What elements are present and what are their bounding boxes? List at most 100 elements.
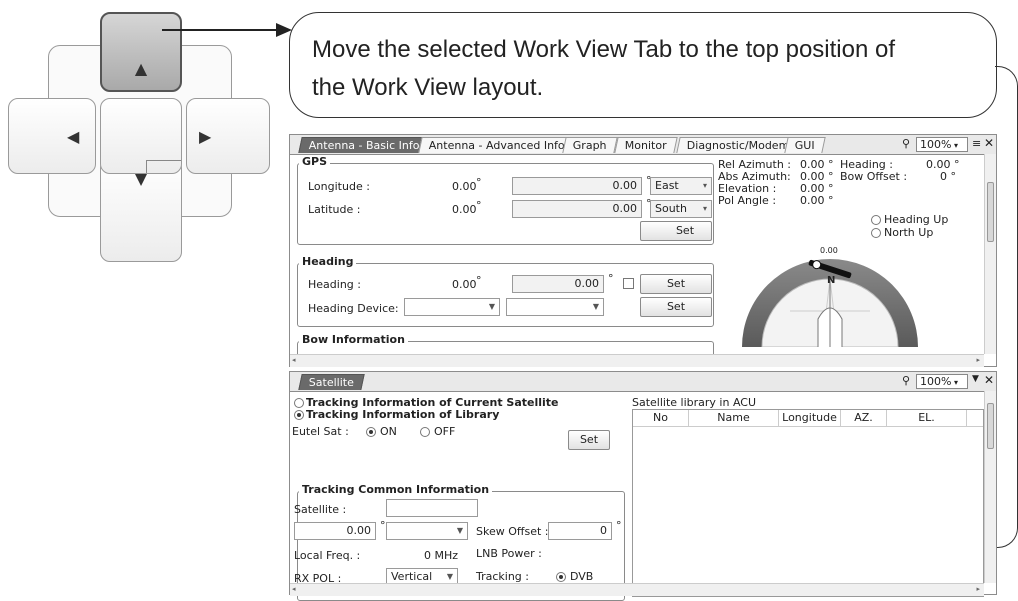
deg-sign: °	[476, 199, 482, 212]
heading-device-label: Heading Device:	[308, 302, 399, 315]
callout-line-1: Move the selected Work View Tab to the t…	[312, 36, 896, 63]
bottom-horizontal-scrollbar[interactable]: ◂ ▸	[290, 583, 984, 596]
heading-device-set-button[interactable]: Set	[640, 297, 712, 317]
eutel-off-label: OFF	[434, 425, 456, 438]
tab-antenna-advanced[interactable]: Antenna - Advanced Info.	[418, 137, 579, 153]
tracking-label: Tracking :	[476, 570, 529, 583]
heading-set-button[interactable]: Set	[640, 274, 712, 294]
heading-device-select-2[interactable]: ▼	[506, 298, 604, 316]
pin-icon[interactable]: ⚲	[902, 374, 910, 387]
satellite-label: Satellite :	[294, 503, 347, 516]
eutel-set-button[interactable]: Set	[568, 430, 610, 450]
heading-input[interactable]: 0.00	[512, 275, 604, 293]
compass-north-marker: N	[827, 275, 836, 286]
heading-title: Heading	[299, 255, 357, 268]
longitude-input[interactable]: 0.00	[512, 177, 642, 195]
dvb-radio[interactable]	[556, 572, 566, 582]
top-tab-bar: Antenna - Basic Info. Antenna - Advanced…	[290, 135, 996, 155]
longitude-value: 0.00	[452, 180, 477, 193]
latitude-direction-select[interactable]: South ▾	[650, 200, 712, 218]
heading-checkbox[interactable]	[623, 278, 634, 289]
column-az[interactable]: AZ.	[841, 410, 887, 426]
tracking-common-title: Tracking Common Information	[299, 483, 493, 496]
zoom-select[interactable]: 100% ▾	[916, 374, 968, 389]
eutel-sat-label: Eutel Sat :	[292, 425, 349, 438]
satellite-select[interactable]: ▼	[386, 522, 468, 540]
top-vertical-scrollbar[interactable]	[984, 154, 996, 354]
north-up-radio[interactable]	[871, 228, 881, 238]
column-no[interactable]: No	[633, 410, 689, 426]
heading-group	[297, 263, 714, 327]
chevron-down-icon: ▾	[702, 181, 707, 190]
latitude-value: 0.00	[452, 203, 477, 216]
tab-graph[interactable]: Graph	[562, 137, 618, 153]
latitude-label: Latitude :	[308, 203, 361, 216]
gps-set-button[interactable]: Set	[640, 221, 712, 241]
tab-gui[interactable]: GUI	[784, 137, 826, 153]
heading-up-label: Heading Up	[884, 213, 949, 226]
compass-graphic	[742, 259, 918, 347]
callout-box: Move the selected Work View Tab to the t…	[289, 12, 997, 118]
dvb-label: DVB	[570, 570, 594, 583]
close-icon[interactable]: ✕	[984, 136, 994, 150]
dpad-right-button[interactable]: ▶	[186, 98, 270, 174]
bottom-work-view: Satellite ⚲ 100% ▾ ▼ ✕ Tracking Informat…	[289, 371, 997, 601]
tab-antenna-basic[interactable]: Antenna - Basic Info.	[298, 137, 434, 153]
chevron-down-icon: ▾	[702, 204, 707, 213]
latitude-input[interactable]: 0.00	[512, 200, 642, 218]
pol-angle-label: Pol Angle :	[718, 194, 777, 207]
menu-icon[interactable]: ≡	[972, 137, 981, 150]
dpad-left-button[interactable]: ◀	[8, 98, 96, 174]
heading-label: Heading :	[308, 278, 361, 291]
left-arrow-icon: ◀	[67, 126, 80, 146]
zoom-select[interactable]: 100% ▾	[916, 137, 968, 152]
tab-diagnostic-modem[interactable]: Diagnostic/Modem	[676, 137, 801, 153]
north-up-label: North Up	[884, 226, 934, 239]
library-table: No Name Longitude AZ. EL.	[632, 409, 984, 597]
radio-current-satellite[interactable]	[294, 398, 304, 408]
heading-device-select-1[interactable]: ▼	[404, 298, 500, 316]
top-work-view: Antenna - Basic Info. Antenna - Advanced…	[289, 134, 997, 367]
heading-value: 0.00	[452, 278, 477, 291]
deg-sign: °	[476, 176, 482, 189]
longitude-direction-select[interactable]: East ▾	[650, 177, 712, 195]
chevron-down-icon[interactable]: ▼	[972, 374, 979, 384]
deg-sign: °	[616, 519, 622, 532]
scroll-thumb[interactable]	[987, 182, 994, 242]
dropdown-arrow-icon: ▼	[592, 302, 599, 311]
column-longitude[interactable]: Longitude	[779, 410, 841, 426]
pointer-arrow	[162, 23, 292, 37]
callout-bracket	[995, 66, 1018, 548]
tab-satellite[interactable]: Satellite	[298, 374, 365, 390]
radio-library[interactable]	[294, 410, 304, 420]
eutel-on-radio[interactable]	[366, 427, 376, 437]
tab-monitor[interactable]: Monitor	[614, 137, 678, 153]
top-horizontal-scrollbar[interactable]: ◂ ▸	[290, 354, 984, 367]
scroll-thumb[interactable]	[987, 403, 994, 449]
radio-library-label: Tracking Information of Library	[306, 408, 500, 421]
skew-offset-label: Skew Offset :	[476, 525, 549, 538]
deg-sign: °	[476, 274, 482, 287]
skew-offset-input[interactable]: 0	[548, 522, 612, 540]
satellite-value-input[interactable]: 0.00	[294, 522, 376, 540]
heading-up-radio[interactable]	[871, 215, 881, 225]
satellite-input[interactable]	[386, 499, 478, 517]
close-icon[interactable]: ✕	[984, 373, 994, 387]
lnb-power-label: LNB Power :	[476, 547, 542, 560]
column-el[interactable]: EL.	[887, 410, 967, 426]
eutel-on-label: ON	[380, 425, 397, 438]
eutel-off-radio[interactable]	[420, 427, 430, 437]
center-corner-mark	[146, 160, 181, 173]
dropdown-arrow-icon: ▼	[456, 526, 463, 535]
column-name[interactable]: Name	[689, 410, 779, 426]
right-arrow-icon: ▶	[199, 126, 212, 146]
longitude-label: Longitude :	[308, 180, 370, 193]
bottom-vertical-scrollbar[interactable]	[984, 391, 996, 583]
compass-value: 0.00	[820, 246, 838, 255]
dropdown-arrow-icon: ▼	[488, 302, 495, 311]
table-header: No Name Longitude AZ. EL.	[633, 410, 983, 427]
pin-icon[interactable]: ⚲	[902, 137, 910, 150]
local-freq-value: 0 MHz	[424, 549, 459, 562]
callout-line-2: the Work View layout.	[312, 74, 544, 101]
bow-offset-label: Bow Offset :	[840, 170, 908, 183]
